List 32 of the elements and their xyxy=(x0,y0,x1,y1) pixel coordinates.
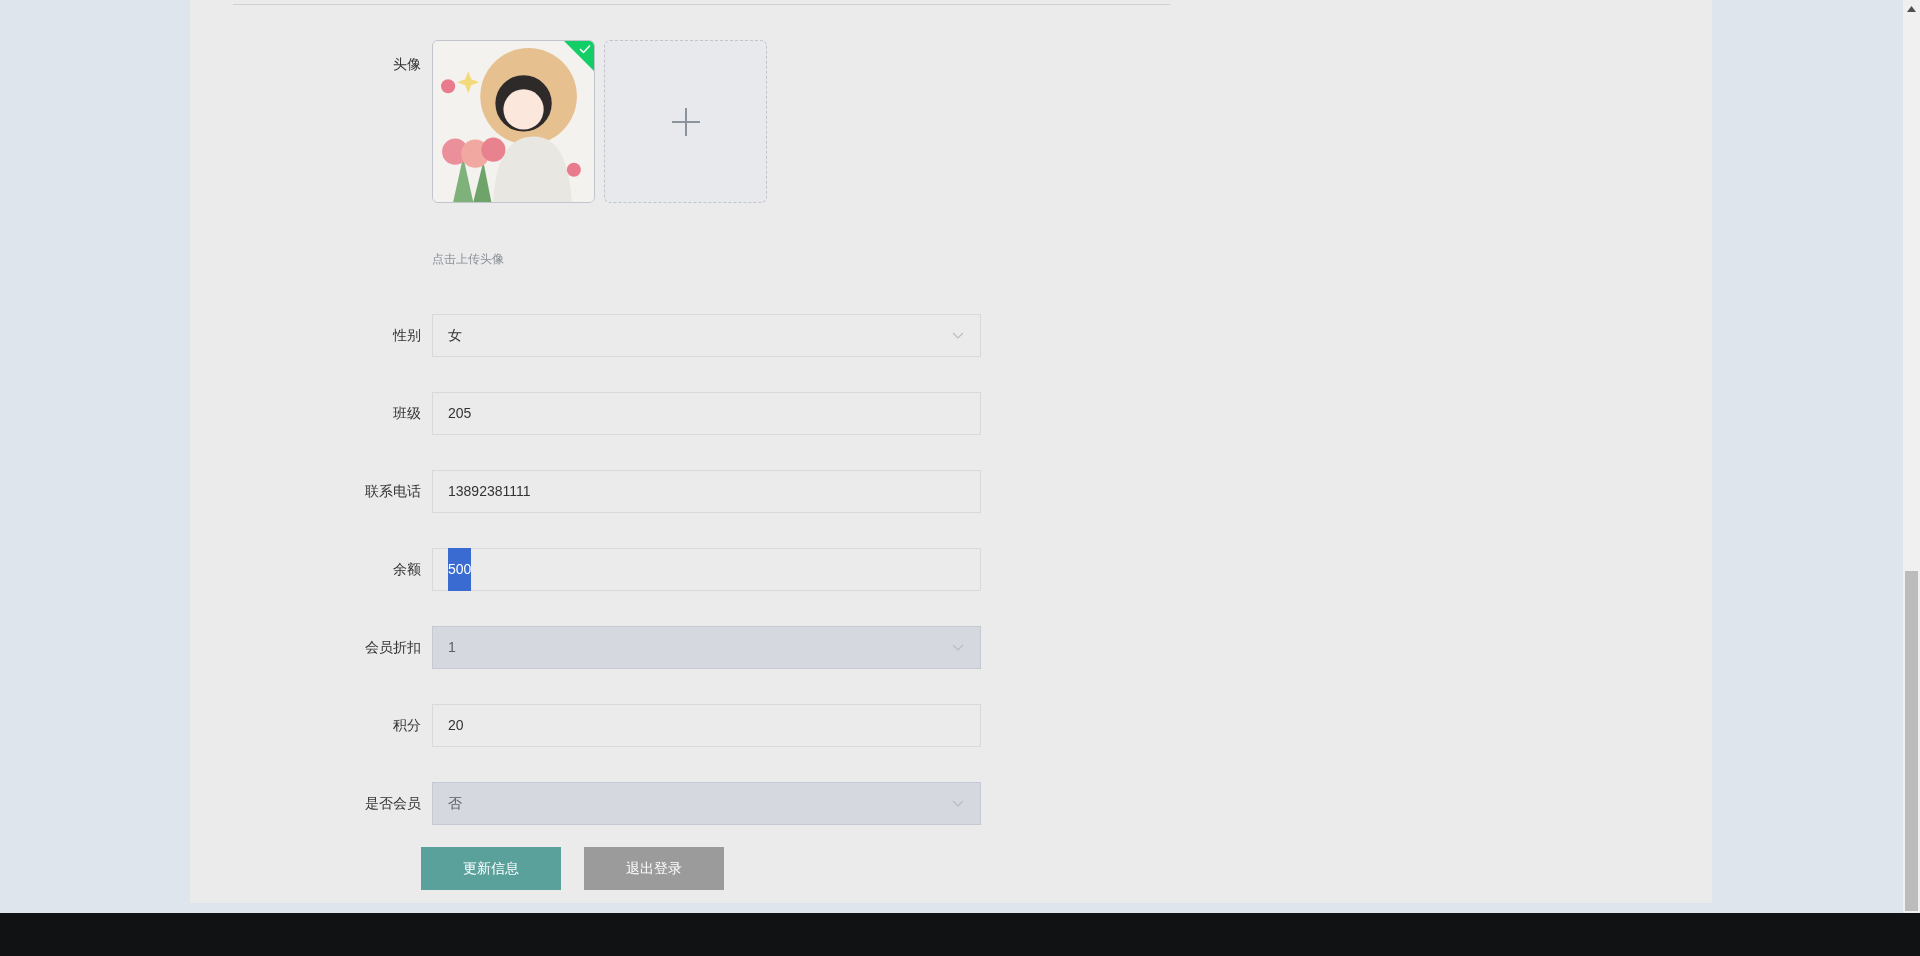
chevron-down-icon xyxy=(952,331,964,340)
field-label: 积分 xyxy=(393,716,421,735)
scrollbar-thumb[interactable] xyxy=(1905,571,1918,911)
upload-box[interactable] xyxy=(604,40,767,203)
input-field[interactable]: 13892381111 xyxy=(432,470,981,513)
field-value: 否 xyxy=(448,794,462,813)
input-field[interactable]: 20 xyxy=(432,704,981,747)
chevron-down-icon xyxy=(952,799,964,808)
input-field[interactable]: 205 xyxy=(432,392,981,435)
field-label: 头像 xyxy=(393,55,421,74)
field-value: 13892381111 xyxy=(448,482,531,501)
field-label: 会员折扣 xyxy=(365,638,421,657)
chevron-down-icon xyxy=(952,643,964,652)
field-value: 1 xyxy=(448,638,456,657)
upload-hint: 点击上传头像 xyxy=(432,251,505,268)
scrollbar[interactable] xyxy=(1903,0,1920,913)
plus-icon xyxy=(671,107,700,136)
field-label: 余额 xyxy=(393,560,421,579)
check-icon xyxy=(579,44,591,54)
field-label: 是否会员 xyxy=(365,794,421,813)
form-button[interactable]: 更新信息 xyxy=(421,847,561,890)
field-value: 500 xyxy=(448,548,472,591)
field-label: 性别 xyxy=(393,326,421,345)
form-button[interactable]: 退出登录 xyxy=(584,847,724,890)
select-field[interactable]: 女 xyxy=(432,314,981,357)
scroll-up-icon[interactable] xyxy=(1907,6,1916,12)
field-value: 女 xyxy=(448,326,462,345)
field-label: 联系电话 xyxy=(365,482,421,501)
field-value: 20 xyxy=(448,716,464,735)
field-label: 班级 xyxy=(393,404,421,423)
field-value: 205 xyxy=(448,404,472,423)
input-field[interactable]: 500 xyxy=(432,548,981,591)
